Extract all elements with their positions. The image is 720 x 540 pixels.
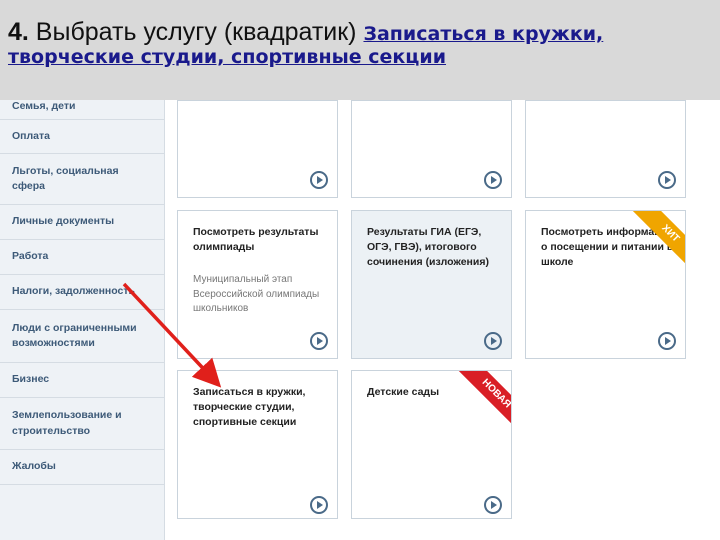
annotation-arrow bbox=[122, 282, 222, 388]
arrow-line bbox=[122, 282, 222, 388]
